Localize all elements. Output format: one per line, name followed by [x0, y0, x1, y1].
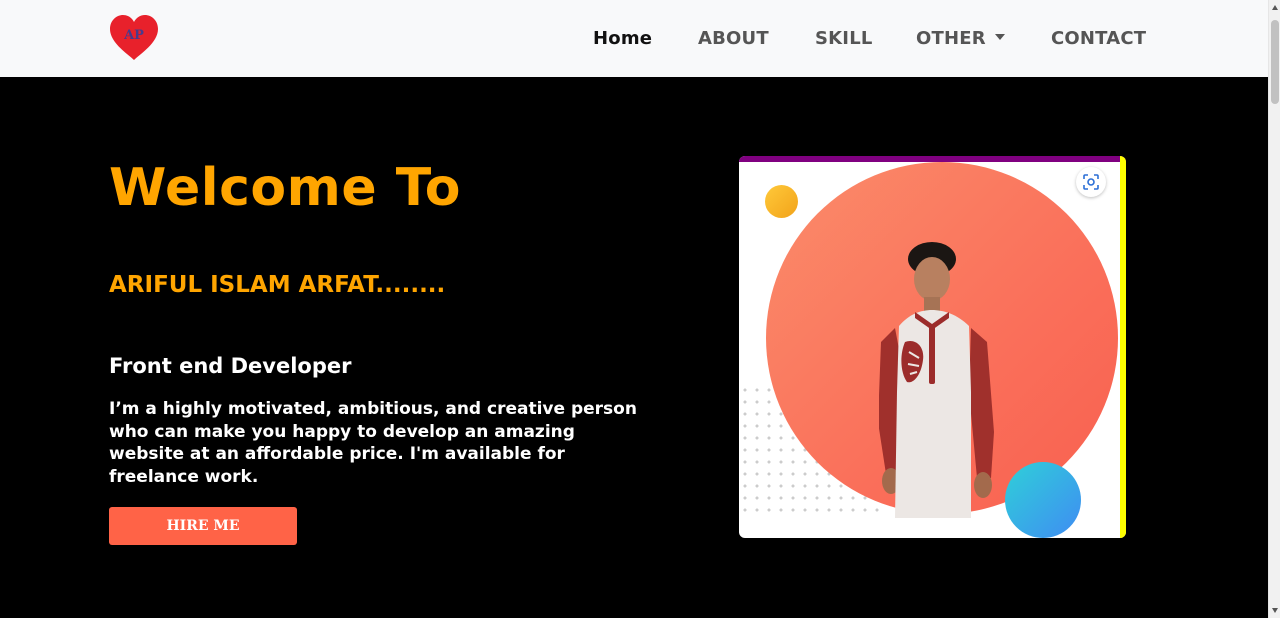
orange-decor-circle [765, 185, 798, 218]
navbar: AP Home ABOUT SKILL OTHER CONTACT [0, 0, 1268, 77]
nav-home[interactable]: Home [593, 28, 652, 49]
hire-me-button[interactable]: HIRE ME [109, 507, 297, 545]
profile-card [739, 156, 1126, 538]
page-scrollbar[interactable] [1268, 0, 1280, 618]
scroll-thumb[interactable] [1271, 20, 1279, 104]
card-top-border [739, 156, 1126, 162]
hero-heading: Welcome To [109, 158, 461, 218]
scroll-down-icon[interactable] [1272, 608, 1278, 613]
hero-name: ARIFUL ISLAM ARFAT........ [109, 272, 446, 298]
card-right-border [1120, 156, 1126, 538]
visual-search-icon [1083, 174, 1099, 190]
visual-search-button[interactable] [1076, 167, 1106, 197]
hero-role: Front end Developer [109, 354, 352, 378]
hero-bio: I’m a highly motivated, ambitious, and c… [109, 399, 637, 487]
main-nav: Home ABOUT SKILL OTHER CONTACT [0, 0, 1268, 77]
nav-contact[interactable]: CONTACT [1051, 28, 1146, 49]
blue-decor-circle [1005, 462, 1081, 538]
caret-down-icon [994, 34, 1005, 40]
nav-about[interactable]: ABOUT [698, 28, 769, 49]
nav-skill[interactable]: SKILL [815, 28, 873, 49]
scroll-up-icon[interactable] [1272, 5, 1278, 10]
profile-photo [879, 242, 994, 518]
nav-other-dropdown[interactable]: OTHER [916, 28, 1005, 49]
nav-other-label: OTHER [916, 28, 986, 49]
